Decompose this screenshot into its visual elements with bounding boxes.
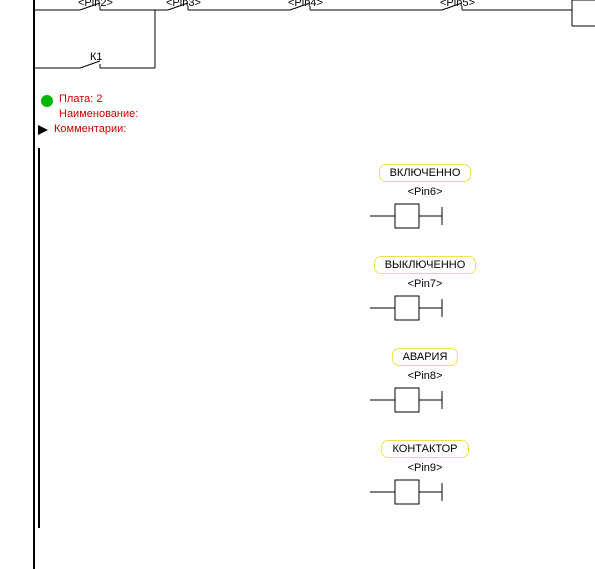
output-symbol: [350, 201, 500, 231]
pin-name: <Pin6>: [350, 186, 500, 198]
pin-title: ВЫКЛЮЧЕННО: [374, 256, 477, 274]
status-dot-icon: [41, 95, 53, 107]
pin-group: ВЫКЛЮЧЕННО <Pin7>: [350, 256, 500, 348]
output-symbol: [350, 477, 500, 507]
pin-title: КОНТАКТОР: [381, 440, 468, 458]
pin-group: КОНТАКТОР <Pin9>: [350, 440, 500, 532]
output-symbol: [350, 293, 500, 323]
board-comment-label: Комментарии:: [54, 122, 126, 137]
top-contact-label: <Pin3>: [166, 0, 201, 9]
board-info-block: Плата: 2 Наименование: Комментарии:: [41, 92, 138, 137]
output-symbol: [350, 385, 500, 415]
board-number: Плата: 2: [59, 92, 102, 107]
sheet2-left-border: [38, 148, 40, 528]
pin-name: <Pin8>: [350, 370, 500, 382]
pin-group: АВАРИЯ <Pin8>: [350, 348, 500, 440]
pin-group: ВКЛЮЧЕННО <Pin6>: [350, 164, 500, 256]
top-contact-label: <Pin4>: [288, 0, 323, 9]
pin-title: ВКЛЮЧЕННО: [379, 164, 472, 182]
arrow-right-icon: [38, 125, 48, 135]
ladder-rung-top: [0, 0, 595, 90]
output-pins: ВКЛЮЧЕННО <Pin6> ВЫКЛЮЧЕННО <Pin7>: [350, 164, 500, 532]
pin-title: АВАРИЯ: [392, 348, 459, 366]
diagram-canvas: <Pin2> <Pin3> <Pin4> <Pin5> К1 Плата: 2 …: [0, 0, 595, 569]
top-contact-label: <Pin2>: [78, 0, 113, 9]
top-contact-label: <Pin5>: [440, 0, 475, 9]
pin-name: <Pin9>: [350, 462, 500, 474]
board-name-label: Наименование:: [59, 107, 138, 122]
pin-name: <Pin7>: [350, 278, 500, 290]
contact-k1-label: К1: [90, 51, 103, 63]
